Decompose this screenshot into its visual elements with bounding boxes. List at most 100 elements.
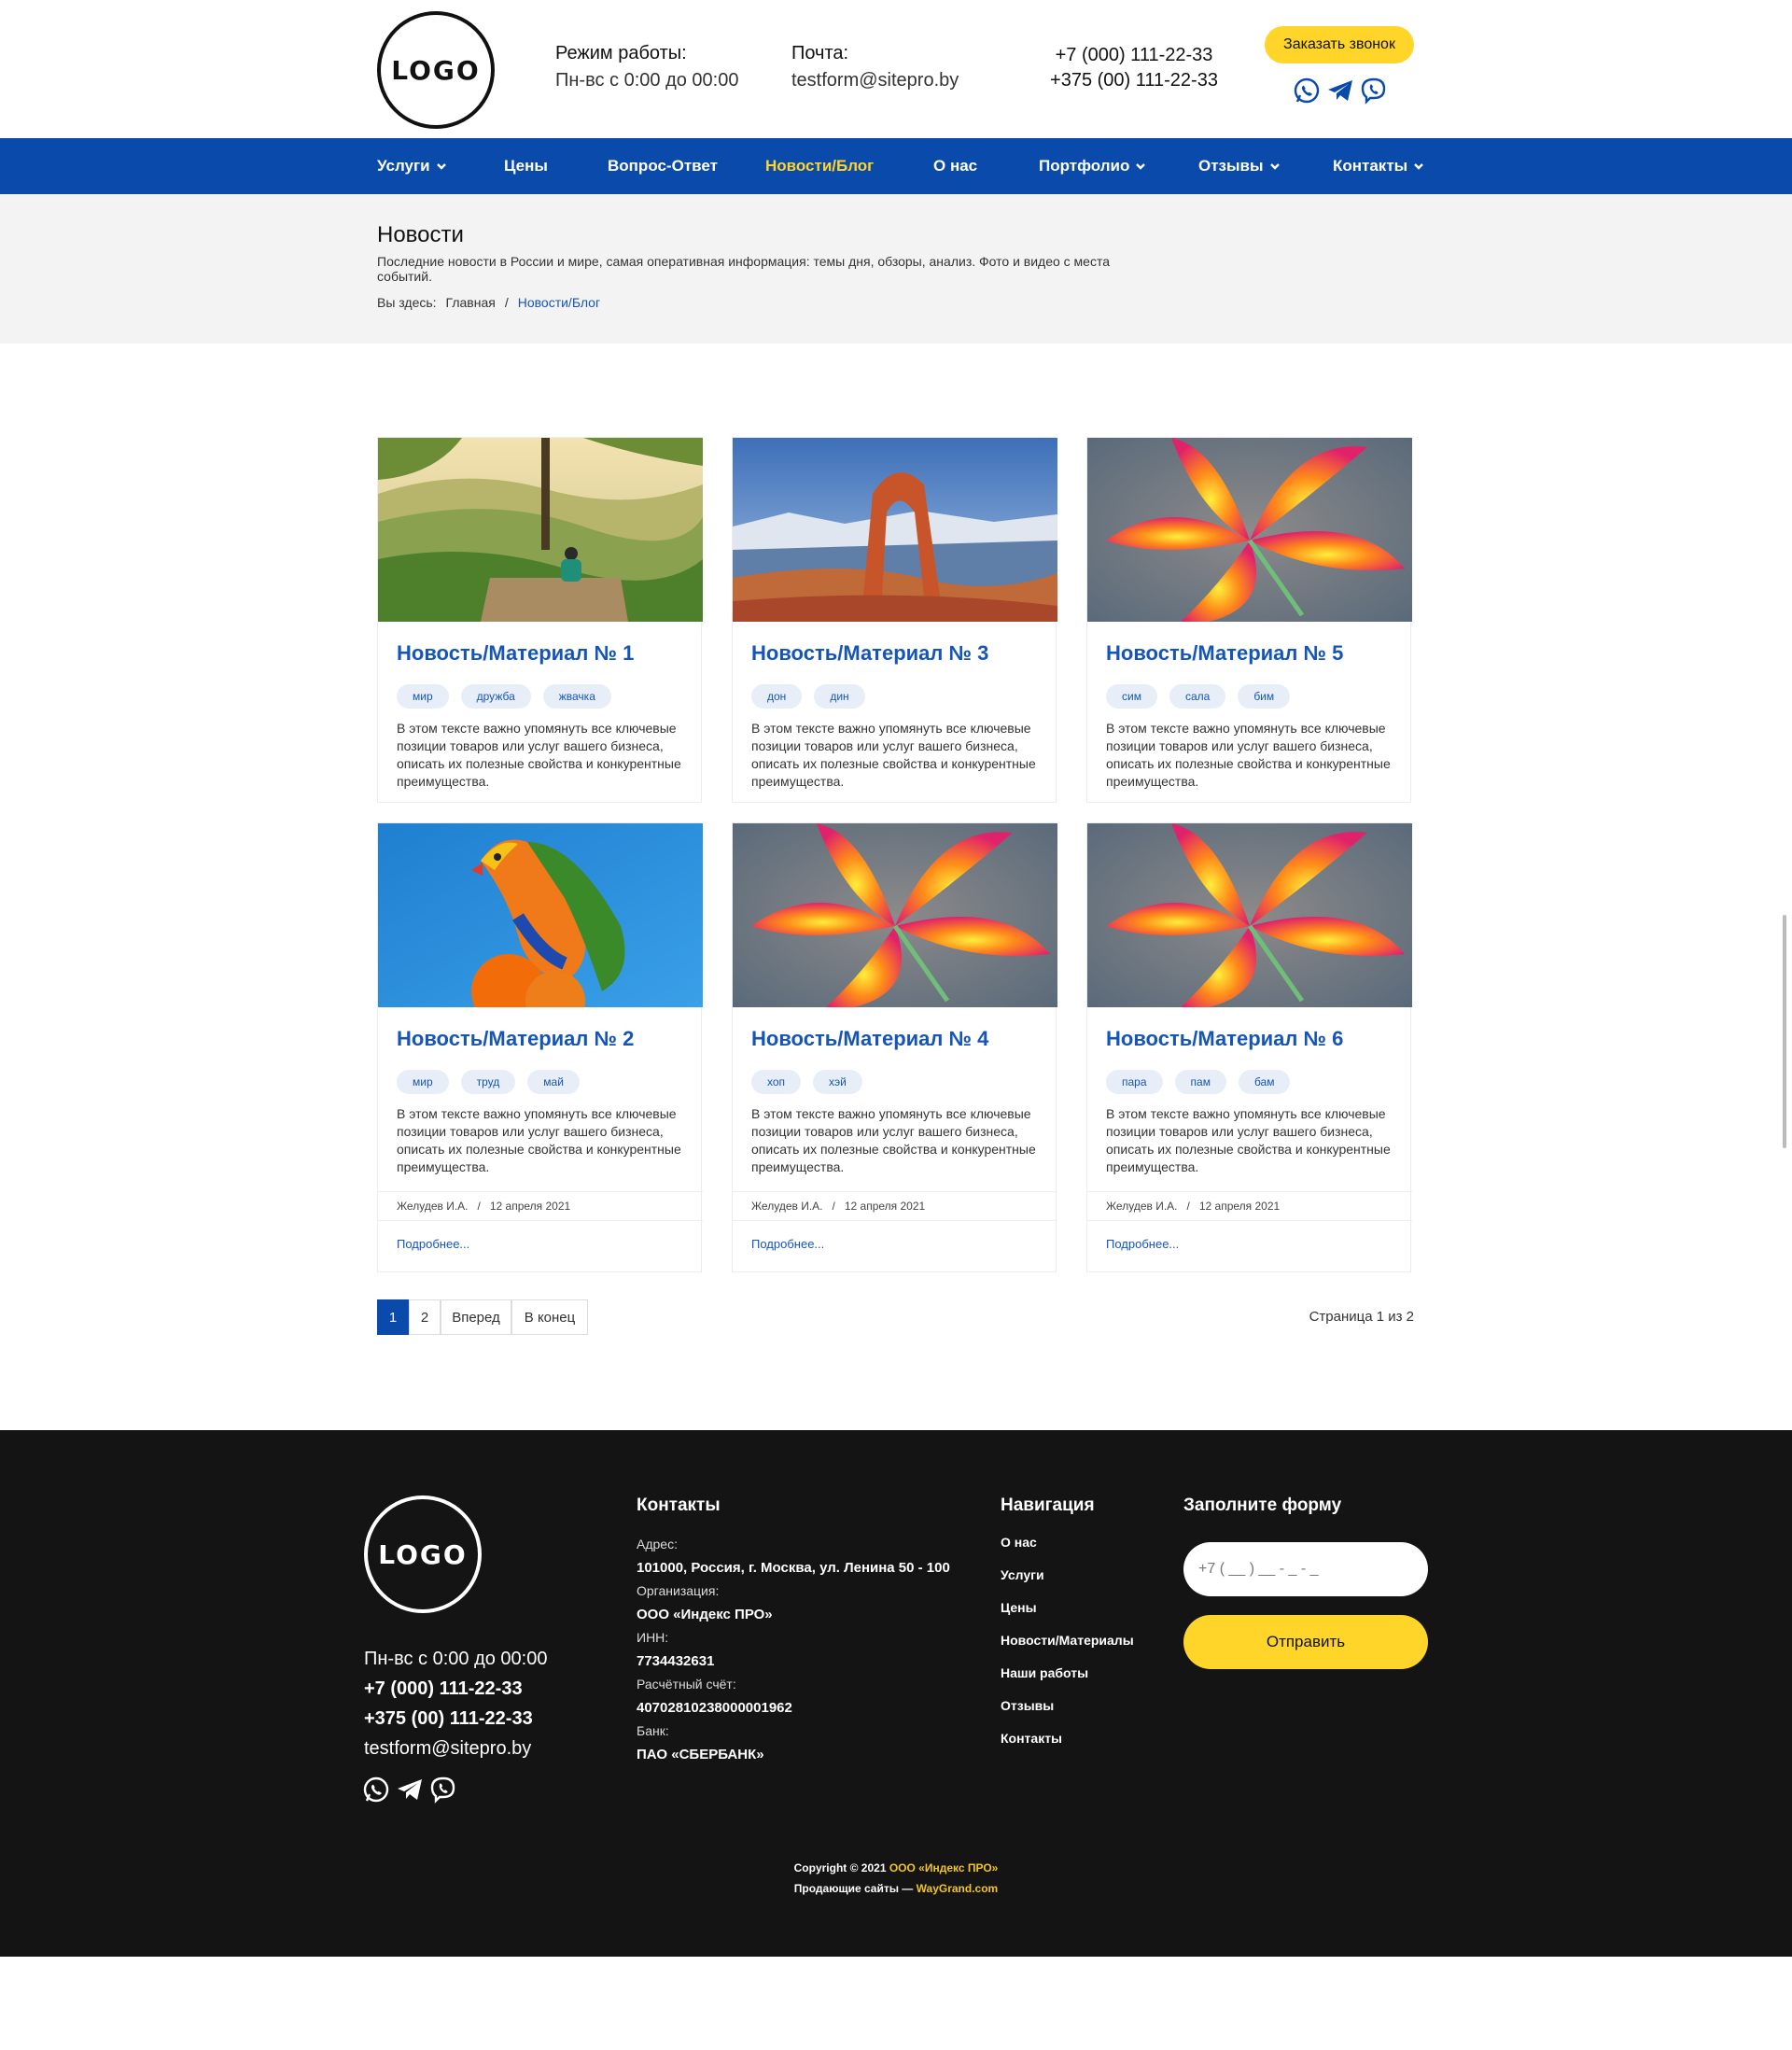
read-more-link[interactable]: Подробнее...	[1106, 1237, 1179, 1251]
telegram-icon[interactable]	[396, 1776, 424, 1804]
card-title[interactable]: Новость/Материал № 3	[751, 641, 988, 666]
nav-label: Вопрос-Ответ	[608, 157, 718, 175]
breadcrumb-home[interactable]: Главная	[446, 295, 496, 310]
page-description: Последние новости в России и мире, самая…	[377, 254, 1111, 284]
card-author: Желудев И.А.	[1106, 1200, 1178, 1213]
news-card[interactable]: Новость/Материал № 5 сим сала бим В этом…	[1086, 437, 1412, 803]
card-tags: дон дин	[751, 684, 865, 709]
card-image[interactable]	[378, 438, 703, 622]
tag-chip[interactable]: пам	[1174, 1070, 1226, 1094]
footer-logo[interactable]: LOGO	[364, 1495, 482, 1613]
promo-link[interactable]: WayGrand.com	[917, 1882, 999, 1895]
inn-label: ИНН:	[637, 1630, 669, 1645]
tag-chip[interactable]: дон	[751, 684, 803, 709]
tag-chip[interactable]: май	[527, 1070, 580, 1094]
nav-label: Новости/Блог	[765, 157, 875, 175]
tag-chip[interactable]: хэй	[813, 1070, 862, 1094]
viber-icon[interactable]	[1360, 77, 1388, 105]
nav-item-services[interactable]: Услуги	[377, 138, 447, 194]
card-image[interactable]	[733, 823, 1057, 1007]
card-title[interactable]: Новость/Материал № 6	[1106, 1027, 1343, 1051]
org-label: Организация:	[637, 1583, 720, 1598]
tag-chip[interactable]: бам	[1238, 1070, 1291, 1094]
page-last-button[interactable]: В конец	[511, 1299, 588, 1335]
tag-chip[interactable]: хоп	[751, 1070, 802, 1094]
nav-label: Цены	[504, 157, 548, 175]
footer-nav-contacts[interactable]: Контакты	[1001, 1731, 1062, 1746]
order-call-button[interactable]: Заказать звонок	[1265, 26, 1414, 63]
submit-button[interactable]: Отправить	[1183, 1615, 1428, 1669]
tag-chip[interactable]: мир	[397, 684, 449, 709]
footer-nav-reviews[interactable]: Отзывы	[1001, 1698, 1054, 1713]
viber-icon[interactable]	[429, 1776, 457, 1804]
tag-chip[interactable]: труд	[460, 1070, 516, 1094]
tag-chip[interactable]: пара	[1106, 1070, 1163, 1094]
card-image[interactable]	[1087, 823, 1412, 1007]
site-footer: LOGO Пн-вс с 0:00 до 00:00 +7 (000) 111-…	[0, 1430, 1792, 1957]
card-meta: Желудев И.А. / 12 апреля 2021	[1087, 1191, 1412, 1221]
whatsapp-icon[interactable]	[362, 1776, 390, 1804]
footer-phone-1[interactable]: +7 (000) 111-22-33	[364, 1678, 523, 1700]
nav-item-reviews[interactable]: Отзывы	[1198, 138, 1281, 194]
hours-label: Режим работы:	[555, 43, 687, 63]
tag-chip[interactable]: мир	[397, 1070, 449, 1094]
news-card[interactable]: Новость/Материал № 2 мир труд май В этом…	[377, 822, 703, 1272]
read-more-link[interactable]: Подробнее...	[751, 1237, 824, 1251]
card-title[interactable]: Новость/Материал № 4	[751, 1027, 988, 1051]
breadcrumb: Вы здесь: Главная / Новости/Блог	[377, 295, 600, 310]
card-image[interactable]	[733, 438, 1057, 622]
footer-nav-prices[interactable]: Цены	[1001, 1600, 1037, 1615]
header-phone-1[interactable]: +7 (000) 111-22-33	[1036, 45, 1232, 66]
card-tags: сим сала бим	[1106, 684, 1291, 709]
page-button-2[interactable]: 2	[409, 1299, 441, 1335]
nav-item-portfolio[interactable]: Портфолио	[1039, 138, 1146, 194]
card-title[interactable]: Новость/Материал № 2	[397, 1027, 634, 1051]
header-logo[interactable]: LOGO	[377, 11, 495, 129]
page-button-1[interactable]: 1	[377, 1299, 409, 1335]
phone-input[interactable]: +7 ( __ ) __ - _ - _	[1183, 1542, 1428, 1596]
tag-chip[interactable]: сим	[1106, 684, 1157, 709]
nav-item-prices[interactable]: Цены	[504, 138, 548, 194]
card-description: В этом тексте важно упомянуть все ключев…	[1106, 1106, 1391, 1174]
header-phone-2[interactable]: +375 (00) 111-22-33	[1036, 70, 1232, 91]
whatsapp-icon[interactable]	[1293, 77, 1321, 105]
card-description: В этом тексте важно упомянуть все ключев…	[397, 1106, 681, 1174]
telegram-icon[interactable]	[1326, 77, 1354, 105]
nav-label: О нас	[933, 157, 978, 175]
card-image[interactable]	[378, 823, 703, 1007]
nav-item-news[interactable]: Новости/Блог	[765, 138, 874, 194]
card-title[interactable]: Новость/Материал № 5	[1106, 641, 1343, 666]
tag-chip[interactable]: жвачка	[542, 684, 611, 709]
news-card[interactable]: Новость/Материал № 3 дон дин В этом текс…	[732, 437, 1057, 803]
news-card[interactable]: Новость/Материал № 1 мир дружба жвачка В…	[377, 437, 703, 803]
mail-link[interactable]: testform@sitepro.by	[791, 70, 959, 91]
news-card[interactable]: Новость/Материал № 4 хоп хэй В этом текс…	[732, 822, 1057, 1272]
card-image[interactable]	[1087, 438, 1412, 622]
footer-nav-about[interactable]: О нас	[1001, 1535, 1037, 1550]
news-card[interactable]: Новость/Материал № 6 пара пам бам В этом…	[1086, 822, 1412, 1272]
page-next-button[interactable]: Вперед	[441, 1299, 511, 1335]
read-more-link[interactable]: Подробнее...	[397, 1237, 469, 1251]
footer-hours: Пн-вс с 0:00 до 00:00	[364, 1649, 548, 1669]
nav-item-about[interactable]: О нас	[933, 138, 977, 194]
footer-nav-works[interactable]: Наши работы	[1001, 1665, 1088, 1680]
footer-phone-2[interactable]: +375 (00) 111-22-33	[364, 1708, 533, 1730]
page-title: Новости	[377, 222, 464, 247]
scrollbar-thumb[interactable]	[1783, 915, 1786, 1148]
tag-chip[interactable]: бим	[1238, 684, 1291, 709]
footer-nav-title: Навигация	[1001, 1495, 1095, 1515]
nav-item-contacts[interactable]: Контакты	[1333, 138, 1424, 194]
copyright-text: Copyright © 2021	[793, 1861, 887, 1874]
card-title[interactable]: Новость/Материал № 1	[397, 641, 634, 666]
card-author: Желудев И.А.	[751, 1200, 823, 1213]
nav-item-faq[interactable]: Вопрос-Ответ	[608, 138, 718, 194]
footer-nav-news[interactable]: Новости/Материалы	[1001, 1633, 1134, 1648]
account-value: 40702810238000001962	[637, 1700, 792, 1716]
tag-chip[interactable]: сала	[1169, 684, 1226, 709]
footer-nav-services[interactable]: Услуги	[1001, 1567, 1044, 1582]
tag-chip[interactable]: дружба	[460, 684, 531, 709]
chevron-down-icon	[1136, 163, 1146, 170]
footer-email[interactable]: testform@sitepro.by	[364, 1738, 531, 1760]
meta-separator: /	[832, 1200, 835, 1213]
tag-chip[interactable]: дин	[814, 684, 865, 709]
